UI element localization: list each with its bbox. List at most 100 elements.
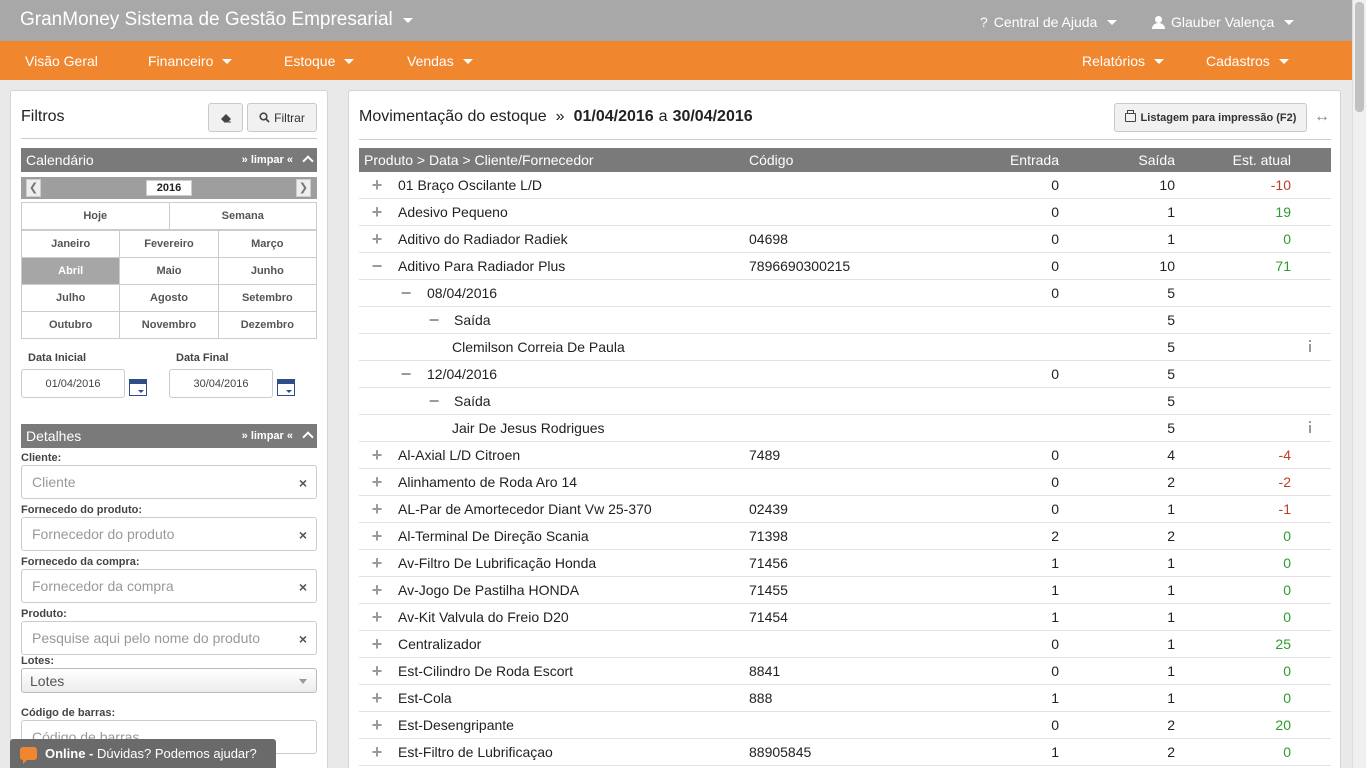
expand-icon[interactable]: + [371,553,383,574]
main-nav: Visão Geral Financeiro Estoque Vendas Re… [0,41,1352,80]
page-scrollbar[interactable] [1352,0,1366,768]
chevron-up-icon[interactable] [302,431,314,443]
table-row[interactable]: + Al-Axial L/D Citroen 7489 0 4 -4 [359,442,1331,469]
info-icon[interactable] [1307,340,1313,354]
col-entrada[interactable]: Entrada [959,152,1059,168]
details-section-header[interactable]: Detalhes » limpar « [21,424,317,448]
table-row[interactable]: + Adesivo Pequeno 0 1 19 [359,199,1331,226]
nav-visao-geral[interactable]: Visão Geral [25,53,98,69]
table-row[interactable]: + Est-Cola 888 1 1 0 [359,685,1331,712]
details-clear-link[interactable]: » limpar « [242,430,293,442]
expand-icon[interactable]: + [371,580,383,601]
expand-icon[interactable]: + [371,202,383,223]
col-product[interactable]: Produto > Data > Cliente/Fornecedor [364,152,594,168]
clear-icon[interactable]: × [299,527,307,543]
month-cell-selected[interactable]: Abril [22,258,121,285]
month-cell[interactable]: Janeiro [22,231,121,258]
expand-icon[interactable]: + [371,445,383,466]
collapse-icon[interactable]: − [371,256,383,277]
expand-icon[interactable]: + [371,742,383,763]
table-row[interactable]: + Al-Terminal De Direção Scania 71398 2 2 0 [359,523,1331,550]
nav-vendas[interactable]: Vendas [407,53,473,69]
table-row[interactable]: + Est-Filtro de Lubrificaçao 88905845 1 2 0 [359,739,1331,766]
nav-financeiro[interactable]: Financeiro [148,53,233,69]
produto-search-input[interactable]: Pesquise aqui pelo nome do produto × [21,621,317,655]
row-name: Jair De Jesus Rodrigues [452,420,605,436]
collapse-icon[interactable]: − [428,391,440,412]
app-title-menu[interactable]: GranMoney Sistema de Gestão Empresarial [20,9,413,31]
table-row[interactable]: + Est-Cilindro De Roda Escort 8841 0 1 0 [359,658,1331,685]
clear-icon[interactable]: × [299,475,307,491]
info-icon[interactable] [1307,421,1313,435]
table-row[interactable]: + Av-Filtro De Lubrificação Honda 71456 1 1 0 [359,550,1331,577]
month-cell[interactable]: Fevereiro [120,231,219,258]
table-row[interactable]: + Alinhamento de Roda Aro 14 0 2 -2 [359,469,1331,496]
fornecedor-compra-input[interactable]: Fornecedor da compra × [21,569,317,603]
col-code[interactable]: Código [749,152,793,168]
nav-estoque[interactable]: Estoque [284,53,355,69]
table-row[interactable]: + Aditivo do Radiador Radiek 04698 0 1 0 [359,226,1331,253]
user-menu[interactable]: Glauber Valença [1152,14,1295,30]
table-row[interactable]: +01 Braço Oscilante L/D 0 10 -10 [359,172,1331,199]
expand-icon[interactable]: + [371,661,383,682]
month-cell[interactable]: Maio [120,258,219,285]
filter-button[interactable]: Filtrar [247,103,317,132]
table-row[interactable]: + Av-Kit Valvula do Freio D20 71454 1 1 0 [359,604,1331,631]
expand-icon[interactable]: + [371,229,383,250]
calendar-week-button[interactable]: Semana [169,203,317,230]
chat-widget[interactable]: Online - Dúvidas? Podemos ajudar? [10,739,276,768]
clear-filters-button[interactable] [208,103,243,132]
nav-cadastros[interactable]: Cadastros [1206,53,1289,69]
clear-icon[interactable]: × [299,579,307,595]
help-menu[interactable]: ? Central de Ajuda [980,14,1118,30]
next-year-icon[interactable]: ❯ [296,179,311,197]
start-date-input[interactable]: 01/04/2016 [21,369,125,398]
table-row[interactable]: + Est-Desengripante 0 2 20 [359,712,1331,739]
expand-icon[interactable]: + [371,688,383,709]
month-cell[interactable]: Julho [22,285,121,312]
month-cell[interactable]: Agosto [120,285,219,312]
expand-icon[interactable]: + [371,607,383,628]
collapse-icon[interactable]: − [400,283,412,304]
end-date-input[interactable]: 30/04/2016 [169,369,273,398]
collapse-icon[interactable]: − [400,364,412,385]
calendar-section-header[interactable]: Calendário » limpar « [21,148,317,172]
expand-icon[interactable]: + [371,634,383,655]
expand-icon[interactable]: + [371,526,383,547]
collapse-icon[interactable]: − [428,310,440,331]
month-cell[interactable]: Junho [218,258,317,285]
chevron-down-icon [299,679,307,684]
chevron-up-icon[interactable] [302,155,314,167]
print-list-button[interactable]: Listagem para impressão (F2) [1114,103,1307,132]
month-cell[interactable]: Dezembro [218,312,317,339]
col-estoque[interactable]: Est. atual [1191,152,1291,168]
calendar-icon[interactable] [277,379,295,396]
calendar-today-button[interactable]: Hoje [22,203,170,230]
table-row[interactable]: − Aditivo Para Radiador Plus 7896690300215… [359,253,1331,280]
nav-label: Cadastros [1206,53,1270,69]
expand-icon[interactable]: + [371,175,383,196]
month-cell[interactable]: Março [218,231,317,258]
scroll-thumb[interactable] [1355,2,1364,112]
fornecedor-produto-input[interactable]: Fornecedor do produto × [21,517,317,551]
expand-icon[interactable]: + [371,472,383,493]
calendar-clear-link[interactable]: » limpar « [242,154,293,166]
lotes-select[interactable]: Lotes [21,668,317,693]
year-label[interactable]: 2016 [146,180,192,196]
month-cell[interactable]: Outubro [22,312,121,339]
table-row[interactable]: + Centralizador 0 1 25 [359,631,1331,658]
clear-icon[interactable]: × [299,631,307,647]
month-cell[interactable]: Setembro [218,285,317,312]
expand-width-icon[interactable]: ↔ [1314,108,1330,126]
prev-year-icon[interactable]: ❮ [26,179,41,197]
table-row[interactable]: + AL-Par de Amortecedor Diant Vw 25-370 02… [359,496,1331,523]
expand-icon[interactable]: + [371,499,383,520]
calendar-icon[interactable] [129,379,147,396]
cliente-input[interactable]: Cliente × [21,465,317,499]
expand-icon[interactable]: + [371,715,383,736]
table-row[interactable]: + Av-Jogo De Pastilha HONDA 71455 1 1 0 [359,577,1331,604]
calendar-months: Janeiro Fevereiro Março Abril Maio Junho… [21,230,317,339]
month-cell[interactable]: Novembro [120,312,219,339]
col-saida[interactable]: Saída [1075,152,1175,168]
nav-relatorios[interactable]: Relatórios [1082,53,1165,69]
